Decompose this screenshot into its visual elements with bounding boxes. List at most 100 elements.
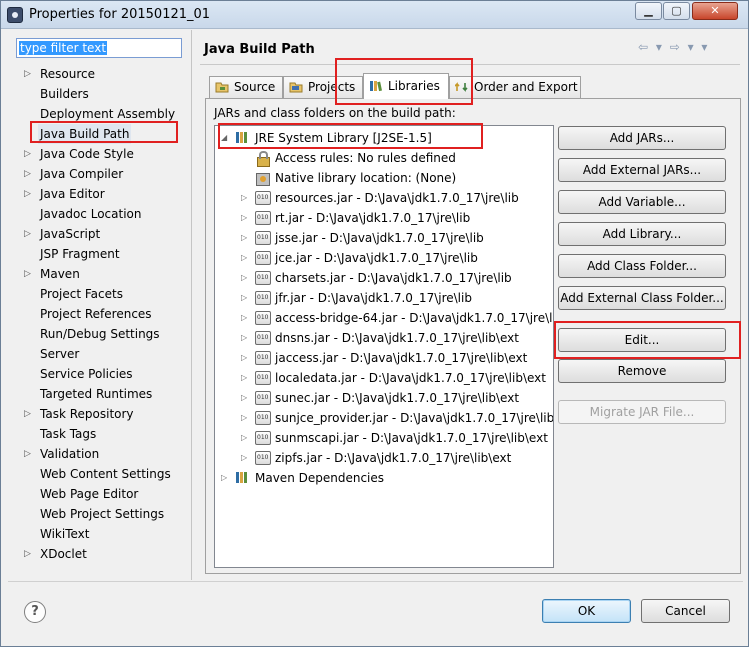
tab-order-and-export[interactable]: Order and Export — [449, 76, 581, 98]
tree-item[interactable]: ▷ localedata.jar - D:\Java\jdk1.7.0_17\jr… — [215, 368, 553, 388]
maximize-button[interactable]: ▢ — [663, 2, 690, 20]
tree-item[interactable]: ▷ dnsns.jar - D:\Java\jdk1.7.0_17\jre\lib… — [215, 328, 553, 348]
collapse-arrow-icon[interactable]: ◢ — [221, 128, 227, 148]
tree-item-label: access-bridge-64.jar - D:\Java\jdk1.7.0_… — [275, 311, 554, 325]
nav-item-label: Web Content Settings — [40, 467, 171, 481]
tree-item-label: rt.jar - D:\Java\jdk1.7.0_17\jre\lib — [275, 211, 471, 225]
window-title: Properties for 20150121_01 — [29, 7, 211, 22]
tree-item[interactable]: ▷ zipfs.jar - D:\Java\jdk1.7.0_17\jre\lib… — [215, 448, 553, 468]
filter-input[interactable]: type filter text — [16, 38, 182, 58]
expand-arrow-icon[interactable]: ▷ — [24, 404, 31, 424]
nav-item-label: Java Editor — [40, 187, 105, 201]
build-path-tree[interactable]: ◢ JRE System Library [J2SE-1.5] Access rul… — [214, 125, 554, 568]
nav-item-label: Web Page Editor — [40, 487, 139, 501]
tree-item[interactable]: ▷ jaccess.jar - D:\Java\jdk1.7.0_17\jre\l… — [215, 348, 553, 368]
ok-button[interactable]: OK — [542, 599, 631, 623]
expand-arrow-icon[interactable]: ▷ — [241, 248, 247, 268]
expand-arrow-icon[interactable]: ▷ — [241, 428, 247, 448]
tab-libraries[interactable]: Libraries — [363, 73, 449, 99]
help-icon[interactable]: ? — [24, 601, 46, 623]
expand-arrow-icon[interactable]: ▷ — [241, 288, 247, 308]
minimize-button[interactable]: ▁ — [635, 2, 662, 20]
nav-item-label: Task Tags — [40, 427, 97, 441]
tree-item[interactable]: ▷ jfr.jar - D:\Java\jdk1.7.0_17\jre\lib — [215, 288, 553, 308]
add-external-class-folder-button[interactable]: Add External Class Folder... — [558, 286, 726, 310]
nav-item-label: Project References — [40, 307, 152, 321]
history-nav-arrows[interactable]: ⇦ ▾ ⇨ ▾ ▾ — [638, 40, 709, 54]
expand-arrow-icon[interactable]: ▷ — [221, 468, 227, 488]
tree-item-label: zipfs.jar - D:\Java\jdk1.7.0_17\jre\lib\… — [275, 451, 512, 465]
expand-arrow-icon[interactable]: ▷ — [24, 544, 31, 564]
tree-item-label: sunmscapi.jar - D:\Java\jdk1.7.0_17\jre\… — [275, 431, 548, 445]
expand-arrow-icon[interactable]: ▷ — [24, 164, 31, 184]
nav-item-label: Targeted Runtimes — [40, 387, 153, 401]
nav-item-label: Maven — [40, 267, 80, 281]
tree-item-label: jsse.jar - D:\Java\jdk1.7.0_17\jre\lib — [275, 231, 484, 245]
expand-arrow-icon[interactable]: ▷ — [241, 408, 247, 428]
library-icon — [235, 471, 251, 485]
tree-item[interactable]: ▷ resources.jar - D:\Java\jdk1.7.0_17\jre… — [215, 188, 553, 208]
eclipse-icon — [7, 7, 23, 23]
expand-arrow-icon[interactable]: ▷ — [241, 208, 247, 228]
tree-item-label: Access rules: No rules defined — [275, 151, 456, 165]
expand-arrow-icon[interactable]: ▷ — [241, 348, 247, 368]
jar-icon — [255, 231, 271, 245]
expand-arrow-icon[interactable]: ▷ — [24, 224, 31, 244]
expand-arrow-icon[interactable]: ▷ — [241, 268, 247, 288]
jar-icon — [255, 371, 271, 385]
expand-arrow-icon[interactable]: ▷ — [24, 184, 31, 204]
tree-item[interactable]: ▷ jsse.jar - D:\Java\jdk1.7.0_17\jre\lib — [215, 228, 553, 248]
tree-item[interactable]: Native library location: (None) — [215, 168, 553, 188]
tree-item-label: jfr.jar - D:\Java\jdk1.7.0_17\jre\lib — [275, 291, 472, 305]
tab-projects[interactable]: Projects — [283, 76, 363, 98]
expand-arrow-icon[interactable]: ▷ — [24, 444, 31, 464]
cancel-button[interactable]: Cancel — [641, 599, 730, 623]
tree-library-node[interactable]: ▷ Maven Dependencies — [215, 468, 553, 488]
nav-item-label: Web Project Settings — [40, 507, 165, 521]
tree-item[interactable]: ▷ access-bridge-64.jar - D:\Java\jdk1.7.0… — [215, 308, 554, 328]
add-library-button[interactable]: Add Library... — [558, 222, 726, 246]
tree-item-label: JRE System Library [J2SE-1.5] — [255, 131, 432, 145]
expand-arrow-icon[interactable]: ▷ — [241, 328, 247, 348]
edit-button[interactable]: Edit... — [558, 328, 726, 352]
jar-icon — [255, 451, 271, 465]
tree-item[interactable]: ▷ jce.jar - D:\Java\jdk1.7.0_17\jre\lib — [215, 248, 553, 268]
sash-divider[interactable] — [191, 30, 192, 580]
tree-item-label: jaccess.jar - D:\Java\jdk1.7.0_17\jre\li… — [275, 351, 528, 365]
expand-arrow-icon[interactable]: ▷ — [241, 448, 247, 468]
nav-item-label: Builders — [40, 87, 89, 101]
tree-item[interactable]: ▷ rt.jar - D:\Java\jdk1.7.0_17\jre\lib — [215, 208, 553, 228]
expand-arrow-icon[interactable]: ▷ — [24, 264, 31, 284]
tree-item[interactable]: ▷ sunmscapi.jar - D:\Java\jdk1.7.0_17\jre… — [215, 428, 553, 448]
tree-item[interactable]: ▷ charsets.jar - D:\Java\jdk1.7.0_17\jre\… — [215, 268, 553, 288]
nav-item-label: WikiText — [40, 527, 90, 541]
close-button[interactable]: ✕ — [692, 2, 738, 20]
expand-arrow-icon[interactable]: ▷ — [24, 144, 31, 164]
filter-input-text: type filter text — [19, 41, 108, 55]
jar-icon — [255, 191, 271, 205]
jar-icon — [255, 391, 271, 405]
jar-icon — [255, 331, 271, 345]
remove-button[interactable]: Remove — [558, 359, 726, 383]
build-path-label: JARs and class folders on the build path… — [214, 106, 456, 120]
expand-arrow-icon[interactable]: ▷ — [241, 368, 247, 388]
add-external-jars-button[interactable]: Add External JARs... — [558, 158, 726, 182]
add-class-folder-button[interactable]: Add Class Folder... — [558, 254, 726, 278]
tree-item[interactable]: Access rules: No rules defined — [215, 148, 553, 168]
page-title: Java Build Path — [204, 42, 315, 57]
nav-item-label: Java Code Style — [40, 147, 134, 161]
expand-arrow-icon[interactable]: ▷ — [24, 64, 31, 84]
add-variable-button[interactable]: Add Variable... — [558, 190, 726, 214]
expand-arrow-icon[interactable]: ▷ — [241, 388, 247, 408]
tree-item[interactable]: ▷ sunec.jar - D:\Java\jdk1.7.0_17\jre\lib… — [215, 388, 553, 408]
tree-item[interactable]: ▷ sunjce_provider.jar - D:\Java\jdk1.7.0_… — [215, 408, 553, 428]
jar-icon — [255, 351, 271, 365]
expand-arrow-icon[interactable]: ▷ — [241, 228, 247, 248]
jar-icon — [255, 291, 271, 305]
expand-arrow-icon[interactable]: ▷ — [241, 308, 247, 328]
library-icon — [235, 131, 251, 145]
expand-arrow-icon[interactable]: ▷ — [241, 188, 247, 208]
tab-source[interactable]: Source — [209, 76, 283, 98]
tree-library-node[interactable]: ◢ JRE System Library [J2SE-1.5] — [215, 128, 553, 148]
add-jars-button[interactable]: Add JARs... — [558, 126, 726, 150]
